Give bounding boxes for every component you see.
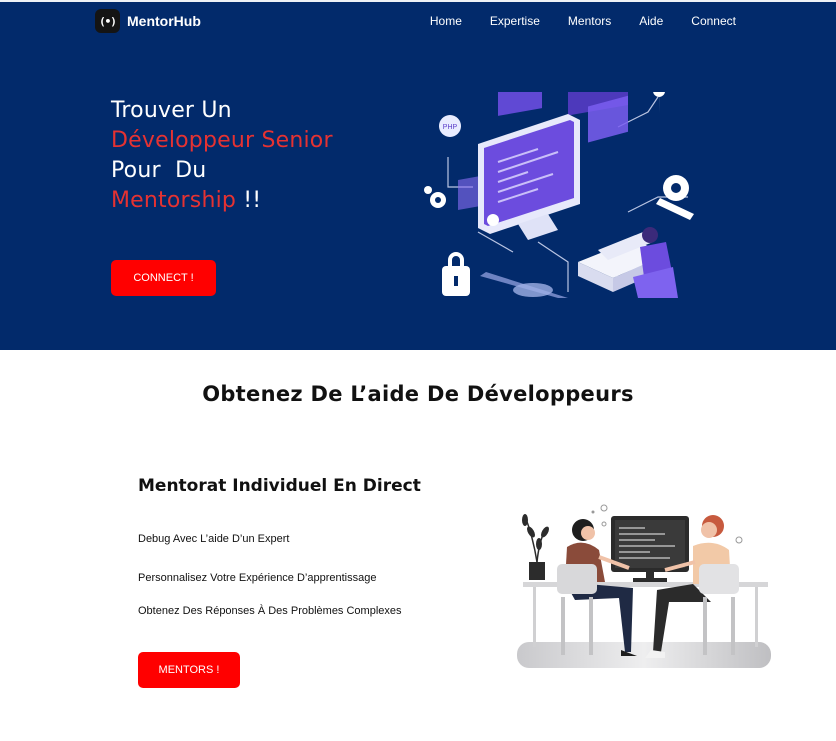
main-nav: Home Expertise Mentors Aide Connect	[402, 14, 736, 28]
hero-title: Trouver Un Développeur Senior Pour Du Me…	[111, 96, 333, 216]
nav-aide[interactable]: Aide	[639, 14, 663, 28]
top-border	[0, 0, 836, 2]
feature-item: Obtenez Des Réponses À Des Problèmes Com…	[138, 605, 402, 617]
feature-item: Personnalisez Votre Expérience D’apprent…	[138, 572, 377, 584]
developer-isometric-illustration: PHP	[418, 92, 728, 298]
nav-expertise[interactable]: Expertise	[490, 14, 540, 28]
hero-title-line2: Développeur Senior	[111, 128, 333, 153]
connect-button[interactable]: CONNECT !	[111, 260, 216, 296]
brand-logo[interactable]: (•) MentorHub	[95, 9, 201, 33]
nav-connect[interactable]: Connect	[691, 14, 736, 28]
hero-title-line1: Trouver Un	[111, 98, 232, 123]
php-badge: PHP	[443, 124, 458, 131]
monitor-icon	[611, 516, 689, 582]
hero-title-line3: Pour Du	[111, 158, 207, 183]
nav-mentors[interactable]: Mentors	[568, 14, 611, 28]
hero-section: (•) MentorHub Home Expertise Mentors Aid…	[0, 0, 836, 350]
logo-icon: (•)	[95, 9, 120, 33]
hero-title-suffix: !!	[236, 188, 262, 213]
mentoring-people-illustration	[517, 504, 771, 668]
section-title: Obtenez De L’aide De Développeurs	[202, 382, 634, 406]
brand-name: MentorHub	[127, 13, 201, 29]
feature-item: Debug Avec L’aide D’un Expert	[138, 533, 290, 545]
plant-icon	[522, 514, 549, 580]
nav-home[interactable]: Home	[430, 14, 462, 28]
hero-title-highlight: Mentorship	[111, 188, 237, 213]
hero-title-line4: Mentorship !!	[111, 186, 333, 216]
mentors-button[interactable]: MENTORS !	[138, 652, 240, 688]
mentorship-subtitle: Mentorat Individuel En Direct	[138, 476, 421, 496]
